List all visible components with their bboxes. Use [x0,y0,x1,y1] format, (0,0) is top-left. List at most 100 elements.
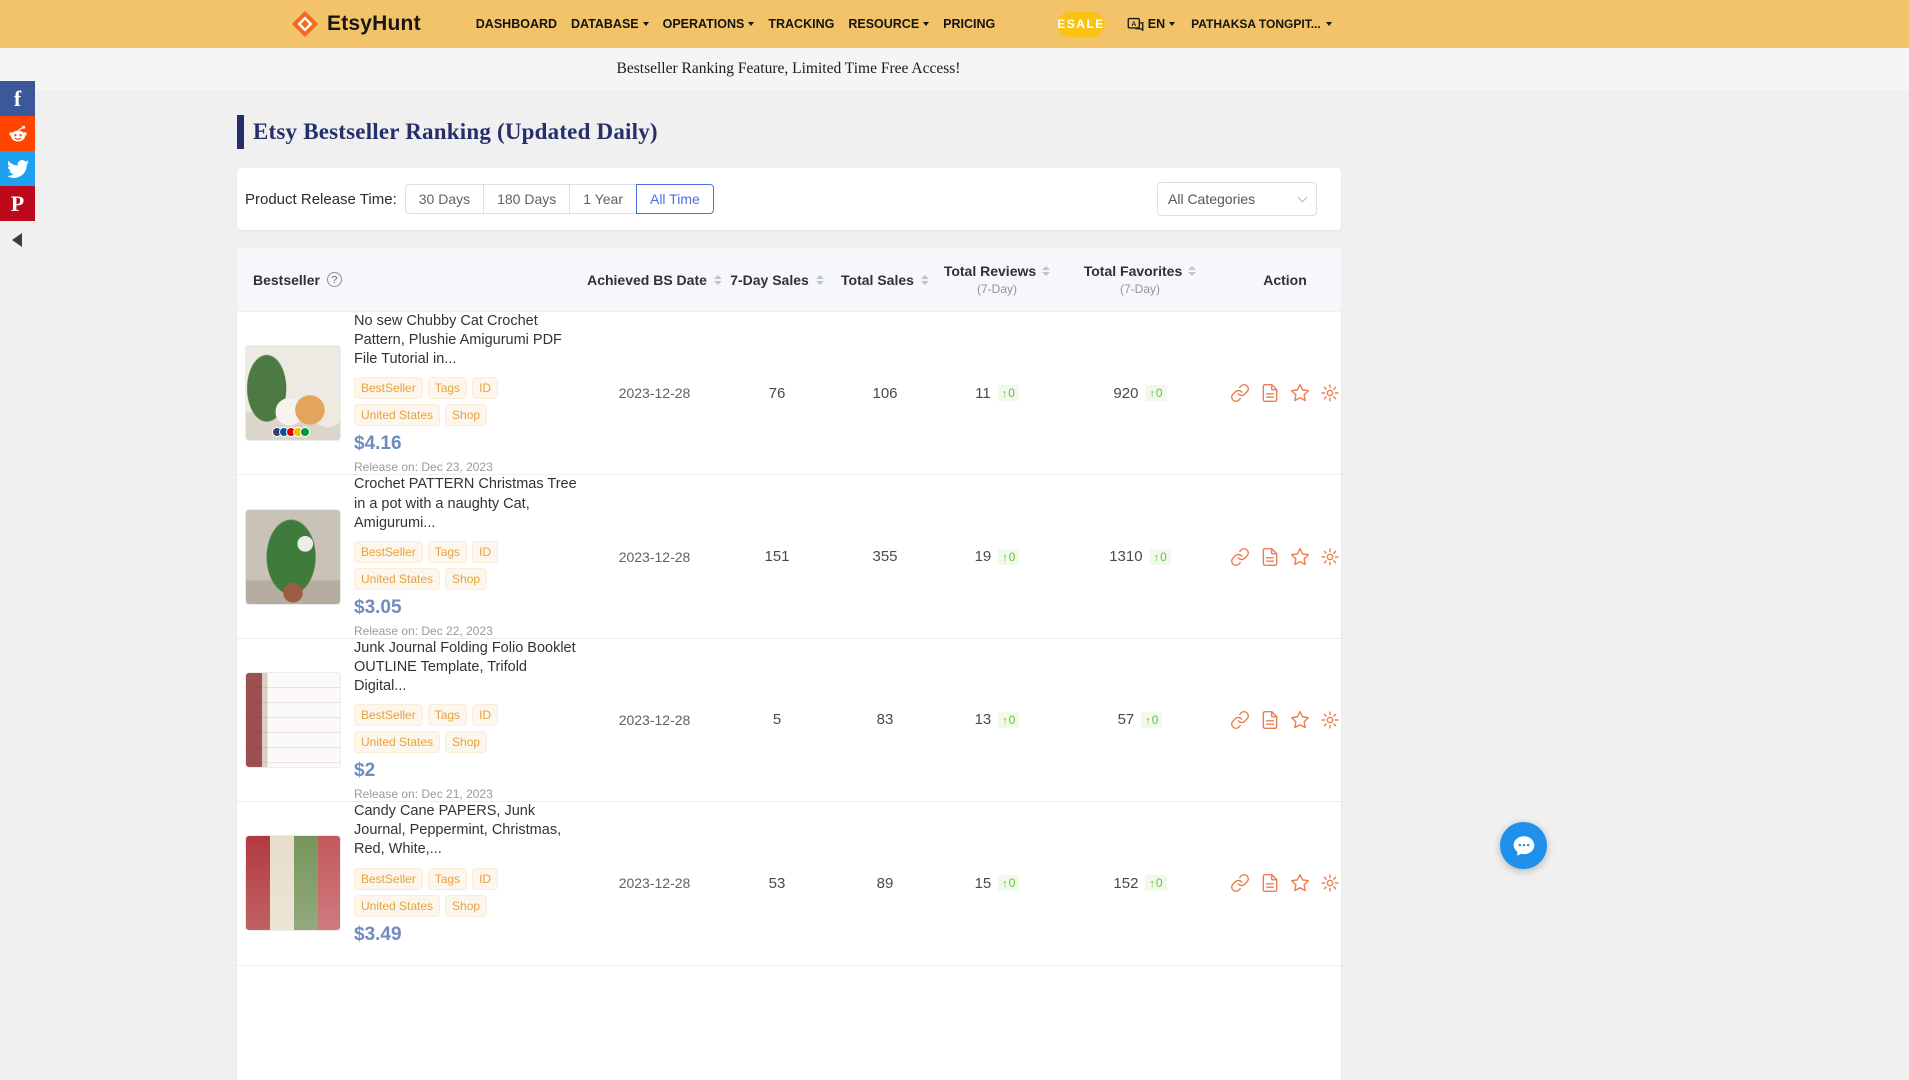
chat-widget-button[interactable] [1500,822,1547,869]
tag-chip[interactable]: Shop [445,731,487,753]
link-icon[interactable] [1230,710,1250,730]
nav-item-operations[interactable]: OPERATIONS [663,17,755,31]
help-icon[interactable]: ? [327,272,342,287]
tag-chip[interactable]: ID [472,377,498,399]
chevron-down-icon [1169,22,1175,26]
release-filter-30-days[interactable]: 30 Days [405,184,484,214]
total-sales-value: 89 [827,875,943,892]
navbar-inner: EtsyHunt DASHBOARD DATABASE OPERATIONS TRAC… [290,0,1300,48]
settings-gear-icon[interactable] [1320,383,1340,403]
product-image[interactable] [245,672,341,768]
favorite-star-icon[interactable] [1290,383,1310,403]
favorite-star-icon[interactable] [1290,710,1310,730]
seven-day-sales-value: 5 [727,711,827,728]
etsyhunt-logo-icon [290,9,320,39]
tag-chip[interactable]: Tags [428,868,467,890]
sort-icon[interactable] [714,275,722,285]
twitter-share-button[interactable] [0,151,35,186]
reddit-icon [6,122,30,146]
product-title-link[interactable]: Crochet PATTERN Christmas Tree in a pot … [354,475,582,532]
sidebar-collapse-arrow-icon[interactable] [12,233,22,247]
total-favorites-cell: 920 0 [1051,385,1229,402]
language-selector[interactable]: A EN [1127,16,1175,33]
seven-day-sales-value: 151 [727,548,827,565]
tag-chip[interactable]: BestSeller [354,868,423,890]
tag-chip[interactable]: ID [472,868,498,890]
favorites-change-value: 0 [1152,713,1159,727]
product-image[interactable] [245,345,341,441]
nav-item-database[interactable]: DATABASE [571,17,649,31]
settings-gear-icon[interactable] [1320,873,1340,893]
tag-chip[interactable]: United States [354,568,440,590]
sort-icon[interactable] [816,275,824,285]
report-icon[interactable] [1260,873,1280,893]
sort-icon[interactable] [921,275,929,285]
category-select-value: All Categories [1168,191,1255,207]
nav-item-dashboard[interactable]: DASHBOARD [476,17,557,31]
header-total-favorites: Total Favorites (7-Day) [1051,263,1229,296]
product-title-link[interactable]: No sew Chubby Cat Crochet Pattern, Plush… [354,312,582,369]
language-flags [272,427,310,437]
facebook-share-button[interactable]: f [0,81,35,116]
total-favorites-value: 920 [1113,385,1138,402]
tag-chip[interactable]: Tags [428,704,467,726]
esale-button[interactable]: ESALE [1057,12,1105,37]
tag-chip[interactable]: Tags [428,377,467,399]
brand-logo[interactable]: EtsyHunt [290,9,421,39]
report-icon[interactable] [1260,710,1280,730]
nav-item-pricing[interactable]: PRICING [943,17,995,31]
tag-chip[interactable]: ID [472,704,498,726]
tag-chip[interactable]: BestSeller [354,704,423,726]
tag-chip[interactable]: United States [354,895,440,917]
sort-icon[interactable] [1188,266,1196,276]
twitter-icon [7,158,29,180]
settings-gear-icon[interactable] [1320,547,1340,567]
tag-chip[interactable]: BestSeller [354,377,423,399]
reddit-share-button[interactable] [0,116,35,151]
release-filter-all-time[interactable]: All Time [636,184,714,214]
category-select[interactable]: All Categories [1157,182,1317,216]
total-favorites-cell: 57 0 [1051,711,1229,728]
product-title-link[interactable]: Junk Journal Folding Folio Booklet OUTLI… [354,639,582,696]
announcement-text: Bestseller Ranking Feature, Limited Time… [0,60,1577,78]
nav-item-resource[interactable]: RESOURCE [848,17,929,31]
product-title-link[interactable]: Candy Cane PAPERS, Junk Journal, Pepperm… [354,802,582,859]
sort-icon[interactable] [1042,266,1050,276]
settings-gear-icon[interactable] [1320,710,1340,730]
favorites-change-badge: 0 [1141,712,1162,728]
tag-chip[interactable]: Shop [445,895,487,917]
favorite-star-icon[interactable] [1290,873,1310,893]
release-filter-1-year[interactable]: 1 Year [569,184,637,214]
table-row: Junk Journal Folding Folio Booklet OUTLI… [237,639,1341,802]
product-info: Candy Cane PAPERS, Junk Journal, Pepperm… [354,802,582,964]
tag-chip[interactable]: United States [354,404,440,426]
report-icon[interactable] [1260,547,1280,567]
tag-chip[interactable]: United States [354,731,440,753]
nav-item-tracking[interactable]: TRACKING [768,17,834,31]
table-row: Candy Cane PAPERS, Junk Journal, Pepperm… [237,802,1341,965]
table-header: Bestseller ? Achieved BS Date 7-Day Sale… [237,248,1341,312]
tag-chip[interactable]: Shop [445,568,487,590]
pinterest-share-button[interactable]: P [0,186,35,221]
header-action-label: Action [1263,272,1307,288]
link-icon[interactable] [1230,547,1250,567]
user-menu[interactable]: PATHAKSA TONGPIT... [1191,17,1332,31]
favorite-star-icon[interactable] [1290,547,1310,567]
product-cell: Junk Journal Folding Folio Booklet OUTLI… [237,639,582,801]
product-image[interactable] [245,509,341,605]
link-icon[interactable] [1230,383,1250,403]
reviews-change-badge: 0 [998,385,1019,401]
chevron-down-icon [1298,192,1308,202]
header-total-reviews-sub: (7-Day) [977,282,1017,296]
tag-chip[interactable]: Shop [445,404,487,426]
product-image[interactable] [245,835,341,931]
tag-chip[interactable]: BestSeller [354,541,423,563]
tag-chip[interactable]: Tags [428,541,467,563]
link-icon[interactable] [1230,873,1250,893]
report-icon[interactable] [1260,383,1280,403]
tag-chip[interactable]: ID [472,541,498,563]
total-sales-value: 106 [827,385,943,402]
product-cell: Candy Cane PAPERS, Junk Journal, Pepperm… [237,802,582,964]
total-reviews-value: 15 [975,875,992,892]
release-filter-180-days[interactable]: 180 Days [483,184,570,214]
